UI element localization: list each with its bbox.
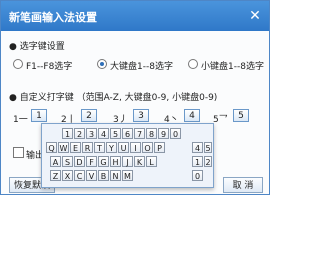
key-k[interactable]: K — [134, 156, 145, 167]
key-4[interactable]: 4 — [98, 128, 109, 139]
key-c[interactable]: C — [74, 170, 85, 181]
key-g[interactable]: G — [98, 156, 109, 167]
key-o[interactable]: O — [142, 142, 153, 153]
select-key-heading: ● 选字键设置 — [9, 42, 65, 52]
numpad-key-1[interactable]: 1 — [192, 156, 203, 167]
numpad-key-5[interactable]: 5 — [204, 142, 212, 153]
key-x[interactable]: X — [62, 170, 73, 181]
dialog-title: 新笔画输入法设置 — [9, 11, 97, 24]
radio-main-keyboard[interactable] — [97, 59, 107, 69]
key-8[interactable]: 8 — [146, 128, 157, 139]
key-7[interactable]: 7 — [134, 128, 145, 139]
stroke-label-zhe: 5乛 — [213, 115, 228, 125]
bottom-fade — [0, 195, 280, 270]
key-0[interactable]: 0 — [170, 128, 181, 139]
key-b[interactable]: B — [98, 170, 109, 181]
key-q[interactable]: Q — [46, 142, 57, 153]
onscreen-keyboard: 1 2 3 4 5 6 7 8 9 0 Q W E R T Y U I O P … — [41, 123, 214, 188]
output-checkbox[interactable] — [13, 147, 24, 158]
key-u[interactable]: U — [118, 142, 129, 153]
key-e[interactable]: E — [70, 142, 81, 153]
cancel-button[interactable]: 取 消 — [223, 177, 263, 193]
radio-label-main-keyboard: 大键盘1--8选字 — [110, 62, 173, 72]
key-r[interactable]: R — [82, 142, 93, 153]
stroke-label-heng: 1一 — [13, 115, 28, 125]
key-d[interactable]: D — [74, 156, 85, 167]
stroke-key-shu[interactable]: 2 — [81, 109, 97, 122]
key-6[interactable]: 6 — [122, 128, 133, 139]
key-2[interactable]: 2 — [74, 128, 85, 139]
stroke-key-dian[interactable]: 4 — [184, 109, 200, 122]
stroke-key-zhe[interactable]: 5 — [233, 109, 249, 122]
key-3[interactable]: 3 — [86, 128, 97, 139]
radio-numpad[interactable] — [188, 59, 198, 69]
title-bar: 新笔画输入法设置 ✕ — [1, 1, 269, 31]
radio-label-f1-f8: F1--F8选字 — [26, 62, 73, 72]
radio-label-numpad: 小键盘1--8选字 — [201, 62, 264, 72]
key-5[interactable]: 5 — [110, 128, 121, 139]
stroke-key-pie[interactable]: 3 — [133, 109, 149, 122]
key-l[interactable]: L — [146, 156, 157, 167]
key-1[interactable]: 1 — [62, 128, 73, 139]
key-w[interactable]: W — [58, 142, 69, 153]
radio-f1-f8[interactable] — [13, 59, 23, 69]
key-s[interactable]: S — [62, 156, 73, 167]
key-j[interactable]: J — [122, 156, 133, 167]
key-m[interactable]: M — [122, 170, 133, 181]
key-p[interactable]: P — [154, 142, 165, 153]
close-icon[interactable]: ✕ — [247, 8, 263, 24]
key-9[interactable]: 9 — [158, 128, 169, 139]
key-a[interactable]: A — [50, 156, 61, 167]
stroke-key-heng[interactable]: 1 — [31, 109, 47, 122]
key-i[interactable]: I — [130, 142, 141, 153]
key-h[interactable]: H — [110, 156, 121, 167]
numpad-key-2[interactable]: 2 — [204, 156, 212, 167]
key-v[interactable]: V — [86, 170, 97, 181]
key-y[interactable]: Y — [106, 142, 117, 153]
numpad-key-0[interactable]: 0 — [192, 170, 203, 181]
key-z[interactable]: Z — [50, 170, 61, 181]
custom-keys-heading: ● 自定义打字键 （范围A-Z, 大键盘0-9, 小键盘0-9) — [9, 93, 218, 103]
key-t[interactable]: T — [94, 142, 105, 153]
key-n[interactable]: N — [110, 170, 121, 181]
numpad-key-4[interactable]: 4 — [192, 142, 203, 153]
key-f[interactable]: F — [86, 156, 97, 167]
